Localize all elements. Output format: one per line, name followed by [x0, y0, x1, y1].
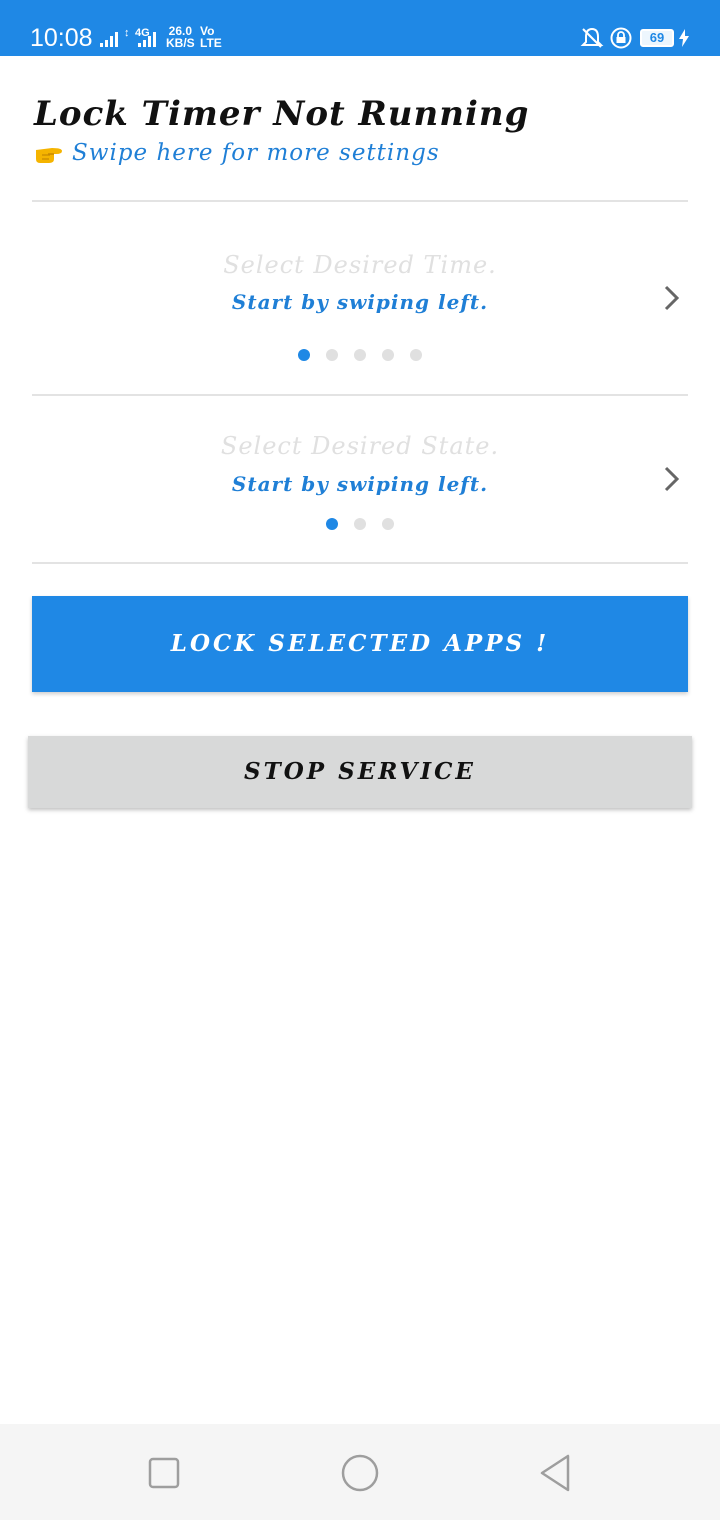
- speed-unit: KB/S: [166, 36, 195, 50]
- data-arrows-icon: ↕: [124, 27, 130, 39]
- chevron-right-icon[interactable]: [660, 465, 684, 493]
- status-bar: 10:08 ↕ 4G 26.0 KB/S Vo LTE 69: [0, 0, 720, 56]
- signal-icon: [100, 29, 118, 47]
- page-dot-active[interactable]: [326, 518, 338, 530]
- page-dot[interactable]: [354, 349, 366, 361]
- subtitle-text: Swipe here for more settings: [72, 140, 440, 166]
- back-triangle-icon[interactable]: [534, 1451, 578, 1495]
- time-selector-title: Select Desired Time.: [223, 251, 497, 279]
- navigation-bar: [0, 1424, 720, 1520]
- lock-selected-apps-button[interactable]: LOCK SELECTED APPS !: [32, 596, 688, 692]
- network-speed: 26.0 KB/S: [166, 25, 195, 49]
- home-circle-icon[interactable]: [338, 1451, 382, 1495]
- divider: [32, 562, 688, 564]
- battery-icon: 69: [640, 29, 674, 47]
- signal-icon: [138, 29, 156, 47]
- bell-off-icon: [580, 27, 604, 48]
- charging-icon: [679, 29, 689, 47]
- state-selector-carousel[interactable]: Select Desired State. Start by swiping l…: [32, 396, 688, 562]
- time-page-indicator: [32, 349, 688, 361]
- time-selector-carousel[interactable]: Select Desired Time. Start by swiping le…: [32, 202, 688, 394]
- clock: 10:08: [30, 24, 93, 52]
- settings-swipe-hint[interactable]: Swipe here for more settings: [34, 136, 440, 170]
- stop-service-button[interactable]: STOP SERVICE: [28, 736, 692, 808]
- page-dot-active[interactable]: [298, 349, 310, 361]
- page-dot[interactable]: [382, 349, 394, 361]
- recents-square-icon[interactable]: [142, 1451, 186, 1495]
- state-page-indicator: [32, 518, 688, 530]
- page-dot[interactable]: [326, 349, 338, 361]
- state-selector-title: Select Desired State.: [220, 432, 500, 460]
- page-dot[interactable]: [410, 349, 422, 361]
- time-selector-hint: Start by swiping left.: [231, 290, 489, 314]
- page-dot[interactable]: [354, 518, 366, 530]
- chevron-right-icon[interactable]: [660, 284, 684, 312]
- volte-indicator: Vo LTE: [200, 25, 222, 49]
- page-dot[interactable]: [382, 518, 394, 530]
- vpn-lock-icon: [610, 27, 632, 49]
- volte-bottom: LTE: [200, 36, 222, 50]
- pointing-hand-icon: [36, 148, 62, 163]
- page-title: Lock Timer Not Running: [34, 94, 530, 134]
- state-selector-hint: Start by swiping left.: [231, 472, 489, 496]
